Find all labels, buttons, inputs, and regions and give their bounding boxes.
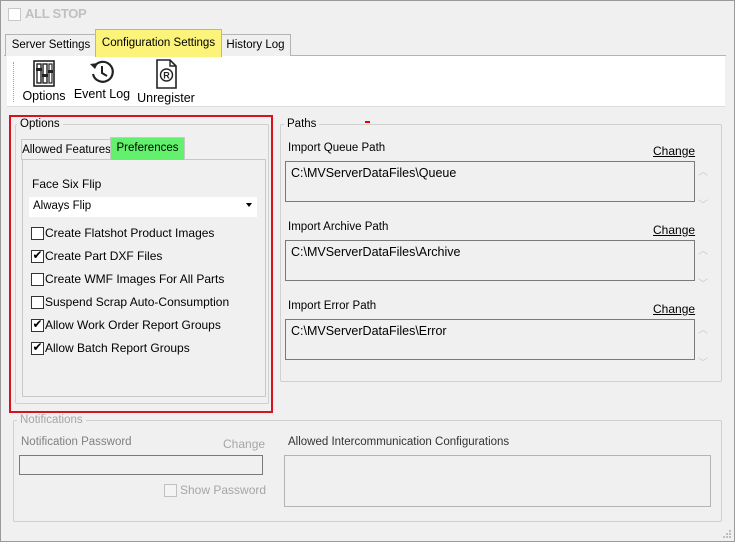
archive-path-change-link[interactable]: Change xyxy=(653,223,695,237)
queue-scroll-down-icon[interactable]: ﹀ xyxy=(697,196,709,211)
options-button[interactable]: Options xyxy=(20,58,68,103)
error-path-value: C:\MVServerDataFiles\Error xyxy=(291,324,447,338)
options-button-label: Options xyxy=(22,89,66,103)
error-path-field[interactable]: C:\MVServerDataFiles\Error xyxy=(285,319,695,360)
red-mark xyxy=(365,121,370,123)
history-icon xyxy=(90,60,114,83)
toolbar-grip[interactable] xyxy=(13,62,16,102)
queue-path-change-link[interactable]: Change xyxy=(653,144,695,158)
error-scroll-up-icon[interactable]: ︿ xyxy=(697,321,709,336)
show-password-checkbox[interactable] xyxy=(164,484,177,497)
error-scroll-down-icon[interactable]: ﹀ xyxy=(697,354,709,369)
queue-path-label: Import Queue Path xyxy=(288,142,386,154)
event-log-button[interactable]: Event Log xyxy=(73,58,131,101)
unregister-button-label: Unregister xyxy=(137,91,195,105)
notification-password-change-link[interactable]: Change xyxy=(223,437,265,451)
archive-scroll-down-icon[interactable]: ﹀ xyxy=(697,275,709,290)
archive-scroll-up-icon[interactable]: ︿ xyxy=(697,242,709,257)
options-icon xyxy=(33,60,55,87)
tab-server-settings[interactable]: Server Settings xyxy=(5,34,97,56)
svg-text:R: R xyxy=(163,71,170,81)
tab-history-log[interactable]: History Log xyxy=(220,34,291,56)
allowed-configurations-list[interactable] xyxy=(284,455,711,507)
tab-configuration-settings[interactable]: Configuration Settings xyxy=(95,29,222,57)
queue-scroll-up-icon[interactable]: ︿ xyxy=(697,163,709,178)
unregister-icon: R xyxy=(156,59,177,89)
archive-path-field[interactable]: C:\MVServerDataFiles\Archive xyxy=(285,240,695,281)
paths-group-title: Paths xyxy=(284,118,320,130)
tab-preferences[interactable]: Preferences xyxy=(110,137,185,160)
queue-path-field[interactable]: C:\MVServerDataFiles\Queue xyxy=(285,161,695,202)
resize-grip-icon[interactable] xyxy=(722,529,732,539)
error-path-label: Import Error Path xyxy=(288,300,377,312)
queue-path-value: C:\MVServerDataFiles\Queue xyxy=(291,166,457,180)
allowed-configurations-label: Allowed Intercommunication Configuration… xyxy=(288,436,510,448)
archive-path-value: C:\MVServerDataFiles\Archive xyxy=(291,245,461,259)
notification-password-label: Notification Password xyxy=(21,436,132,448)
error-path-change-link[interactable]: Change xyxy=(653,302,695,316)
show-password-label: Show Password xyxy=(180,483,267,497)
archive-path-label: Import Archive Path xyxy=(288,221,389,233)
all-stop-label: ALL STOP xyxy=(25,6,87,21)
all-stop-checkbox[interactable] xyxy=(8,8,21,21)
toolbar: Options Event Log R Unregister xyxy=(7,56,725,107)
notifications-group-title: Notifications xyxy=(17,414,86,426)
event-log-button-label: Event Log xyxy=(73,87,131,101)
notification-password-field[interactable] xyxy=(19,455,263,475)
unregister-button[interactable]: R Unregister xyxy=(135,58,197,105)
